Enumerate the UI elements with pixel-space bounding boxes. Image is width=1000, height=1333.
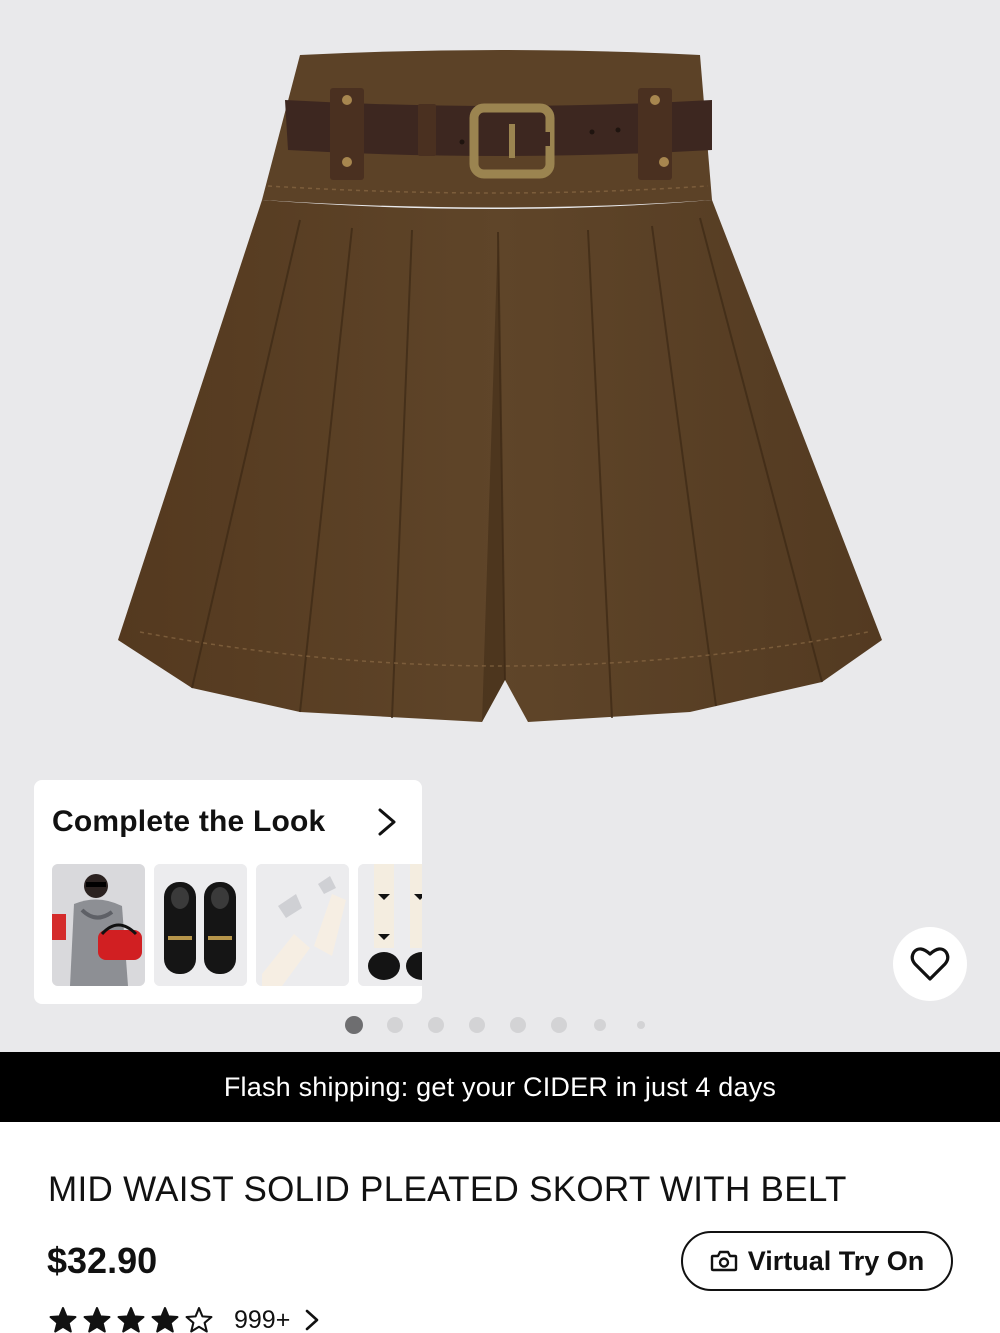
star-icon	[151, 1307, 179, 1333]
complete-the-look-thumbnails	[52, 864, 422, 986]
rating-reviews-link[interactable]: 999+	[48, 1302, 320, 1333]
shipping-banner: Flash shipping: get your CIDER in just 4…	[0, 1052, 1000, 1122]
rating-stars	[48, 1306, 214, 1333]
star-icon	[185, 1307, 213, 1333]
chevron-right-icon	[378, 808, 396, 836]
carousel-dot[interactable]	[428, 1017, 444, 1033]
look-item-black-loafers[interactable]	[154, 864, 247, 986]
carousel-dot[interactable]	[594, 1019, 606, 1031]
complete-the-look-title: Complete the Look	[52, 805, 326, 838]
product-image-gallery[interactable]: Complete the Look	[0, 0, 1000, 1052]
virtual-try-on-button[interactable]: Virtual Try On	[681, 1231, 953, 1291]
product-price: $32.90	[47, 1240, 158, 1281]
star-icon	[49, 1307, 77, 1333]
look-item-knee-socks[interactable]	[358, 864, 422, 986]
look-item-red-bag-outfit[interactable]	[52, 864, 145, 986]
chevron-right-icon	[306, 1309, 319, 1331]
camera-icon	[710, 1250, 737, 1272]
star-icon	[83, 1307, 111, 1333]
carousel-dot[interactable]	[345, 1016, 363, 1034]
shipping-banner-text: Flash shipping: get your CIDER in just 4…	[223, 1071, 777, 1102]
product-title: MID WAIST SOLID PLEATED SKORT WITH BELT	[48, 1170, 847, 1209]
complete-the-look-card: Complete the Look	[34, 780, 422, 1004]
star-icon	[117, 1307, 145, 1333]
carousel-dot[interactable]	[637, 1021, 645, 1029]
complete-the-look-header[interactable]: Complete the Look	[52, 802, 412, 842]
carousel-dot[interactable]	[469, 1017, 485, 1033]
virtual-try-on-label: Virtual Try On	[747, 1245, 925, 1276]
wishlist-button[interactable]	[893, 927, 967, 1001]
review-count: 999+	[234, 1305, 291, 1333]
carousel-dot[interactable]	[510, 1017, 526, 1033]
heart-icon	[910, 947, 950, 981]
carousel-dot[interactable]	[387, 1017, 403, 1033]
carousel-dot[interactable]	[551, 1017, 567, 1033]
look-item-white-socks[interactable]	[256, 864, 349, 986]
